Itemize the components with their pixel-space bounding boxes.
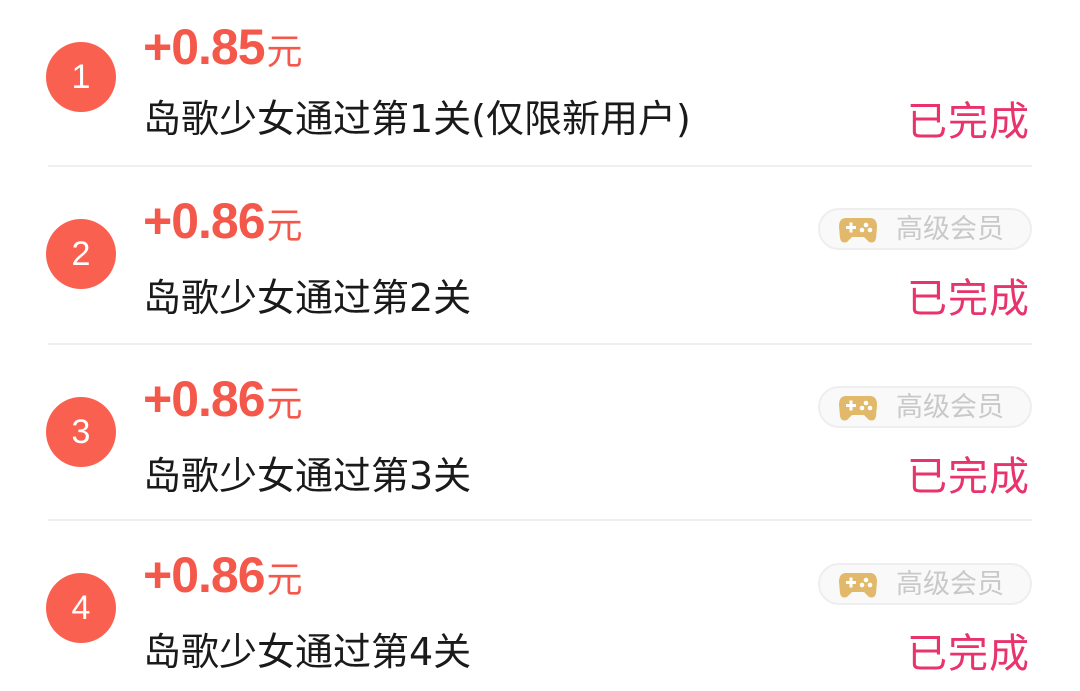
task-row-2: 2 +0.86元 高级会员 岛歌少女通过第2关 已完成 <box>0 177 1080 337</box>
gamepad-icon <box>839 396 877 421</box>
gamepad-icon <box>839 573 877 598</box>
row-divider <box>48 519 1032 521</box>
task-reward: +0.86元 <box>143 546 303 604</box>
member-tag: 高级会员 <box>818 208 1032 250</box>
task-number-badge: 1 <box>46 42 116 112</box>
task-status[interactable]: 已完成 <box>907 89 1030 147</box>
task-title: 岛歌少女通过第3关 <box>143 454 472 498</box>
task-number-badge: 2 <box>46 219 116 289</box>
task-reward: +0.85元 <box>143 18 303 76</box>
member-tag: 高级会员 <box>818 563 1032 605</box>
gamepad-icon <box>839 218 877 243</box>
reward-amount: +0.86 <box>143 371 266 427</box>
task-row-3: 3 +0.86元 高级会员 岛歌少女通过第3关 已完成 <box>0 355 1080 515</box>
task-number-badge: 4 <box>46 573 116 643</box>
member-tag: 高级会员 <box>818 386 1032 428</box>
task-title: 岛歌少女通过第2关 <box>143 276 472 320</box>
task-number-badge: 3 <box>46 397 116 467</box>
member-tag-label: 高级会员 <box>896 392 1004 423</box>
reward-amount: +0.86 <box>143 547 266 603</box>
member-tag-label: 高级会员 <box>896 569 1004 600</box>
task-title: 岛歌少女通过第1关(仅限新用户) <box>143 97 691 141</box>
task-reward: +0.86元 <box>143 370 303 428</box>
reward-unit: 元 <box>266 206 303 247</box>
task-status[interactable]: 已完成 <box>907 444 1030 502</box>
task-title: 岛歌少女通过第4关 <box>143 630 472 674</box>
reward-unit: 元 <box>266 32 303 73</box>
reward-amount: +0.86 <box>143 193 266 249</box>
task-row-4: 4 +0.86元 高级会员 岛歌少女通过第4关 已完成 <box>0 531 1080 691</box>
task-status[interactable]: 已完成 <box>907 621 1030 679</box>
reward-unit: 元 <box>266 384 303 425</box>
reward-amount: +0.85 <box>143 19 266 75</box>
reward-unit: 元 <box>266 560 303 601</box>
task-reward: +0.86元 <box>143 192 303 250</box>
task-status[interactable]: 已完成 <box>907 266 1030 324</box>
row-divider <box>48 165 1032 167</box>
row-divider <box>48 343 1032 345</box>
member-tag-label: 高级会员 <box>896 214 1004 245</box>
task-row-1: 1 +0.85元 岛歌少女通过第1关(仅限新用户) 已完成 <box>0 0 1080 160</box>
